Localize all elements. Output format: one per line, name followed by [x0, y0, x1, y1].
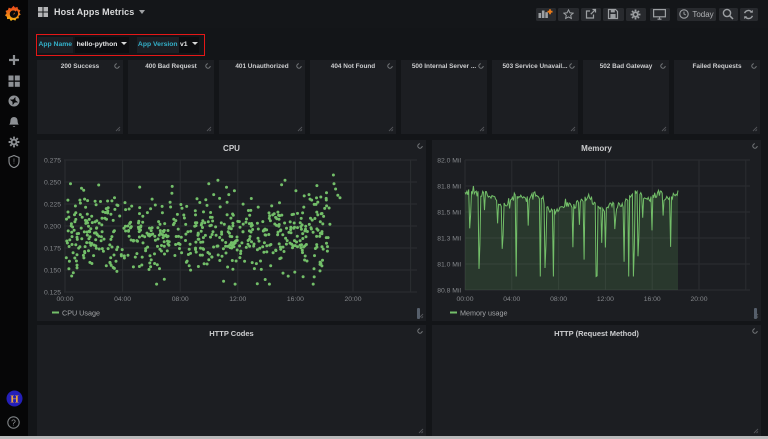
svg-text:04:00: 04:00	[503, 296, 520, 303]
svg-text:0.225: 0.225	[44, 202, 61, 209]
svg-text:0.200: 0.200	[44, 224, 61, 231]
svg-text:16:00: 16:00	[644, 296, 661, 303]
svg-text:!: !	[13, 159, 15, 166]
svg-text:81.8 Mil: 81.8 Mil	[437, 184, 461, 191]
svg-text:?: ?	[11, 418, 16, 428]
svg-text:08:00: 08:00	[172, 296, 189, 303]
svg-text:0.150: 0.150	[44, 268, 61, 275]
svg-text:81.0 Mil: 81.0 Mil	[437, 262, 461, 269]
svg-text:0.175: 0.175	[44, 246, 61, 253]
svg-text:04:00: 04:00	[114, 296, 131, 303]
svg-text:CPU Usage: CPU Usage	[62, 309, 100, 318]
svg-text:08:00: 08:00	[550, 296, 567, 303]
svg-text:H: H	[10, 394, 19, 406]
svg-text:0.275: 0.275	[44, 158, 61, 165]
svg-text:80.8 Mil: 80.8 Mil	[437, 288, 461, 295]
svg-text:81.3 Mil: 81.3 Mil	[437, 236, 461, 243]
svg-text:81.5 Mil: 81.5 Mil	[437, 210, 461, 217]
svg-text:12:00: 12:00	[229, 296, 246, 303]
svg-text:82.0 Mil: 82.0 Mil	[437, 158, 461, 165]
svg-text:0.250: 0.250	[44, 180, 61, 187]
svg-text:20:00: 20:00	[344, 296, 361, 303]
svg-text:20:00: 20:00	[690, 296, 707, 303]
svg-text:12:00: 12:00	[597, 296, 614, 303]
svg-text:00:00: 00:00	[56, 296, 73, 303]
svg-text:16:00: 16:00	[287, 296, 304, 303]
svg-text:Memory usage: Memory usage	[460, 309, 508, 318]
svg-text:00:00: 00:00	[456, 296, 473, 303]
